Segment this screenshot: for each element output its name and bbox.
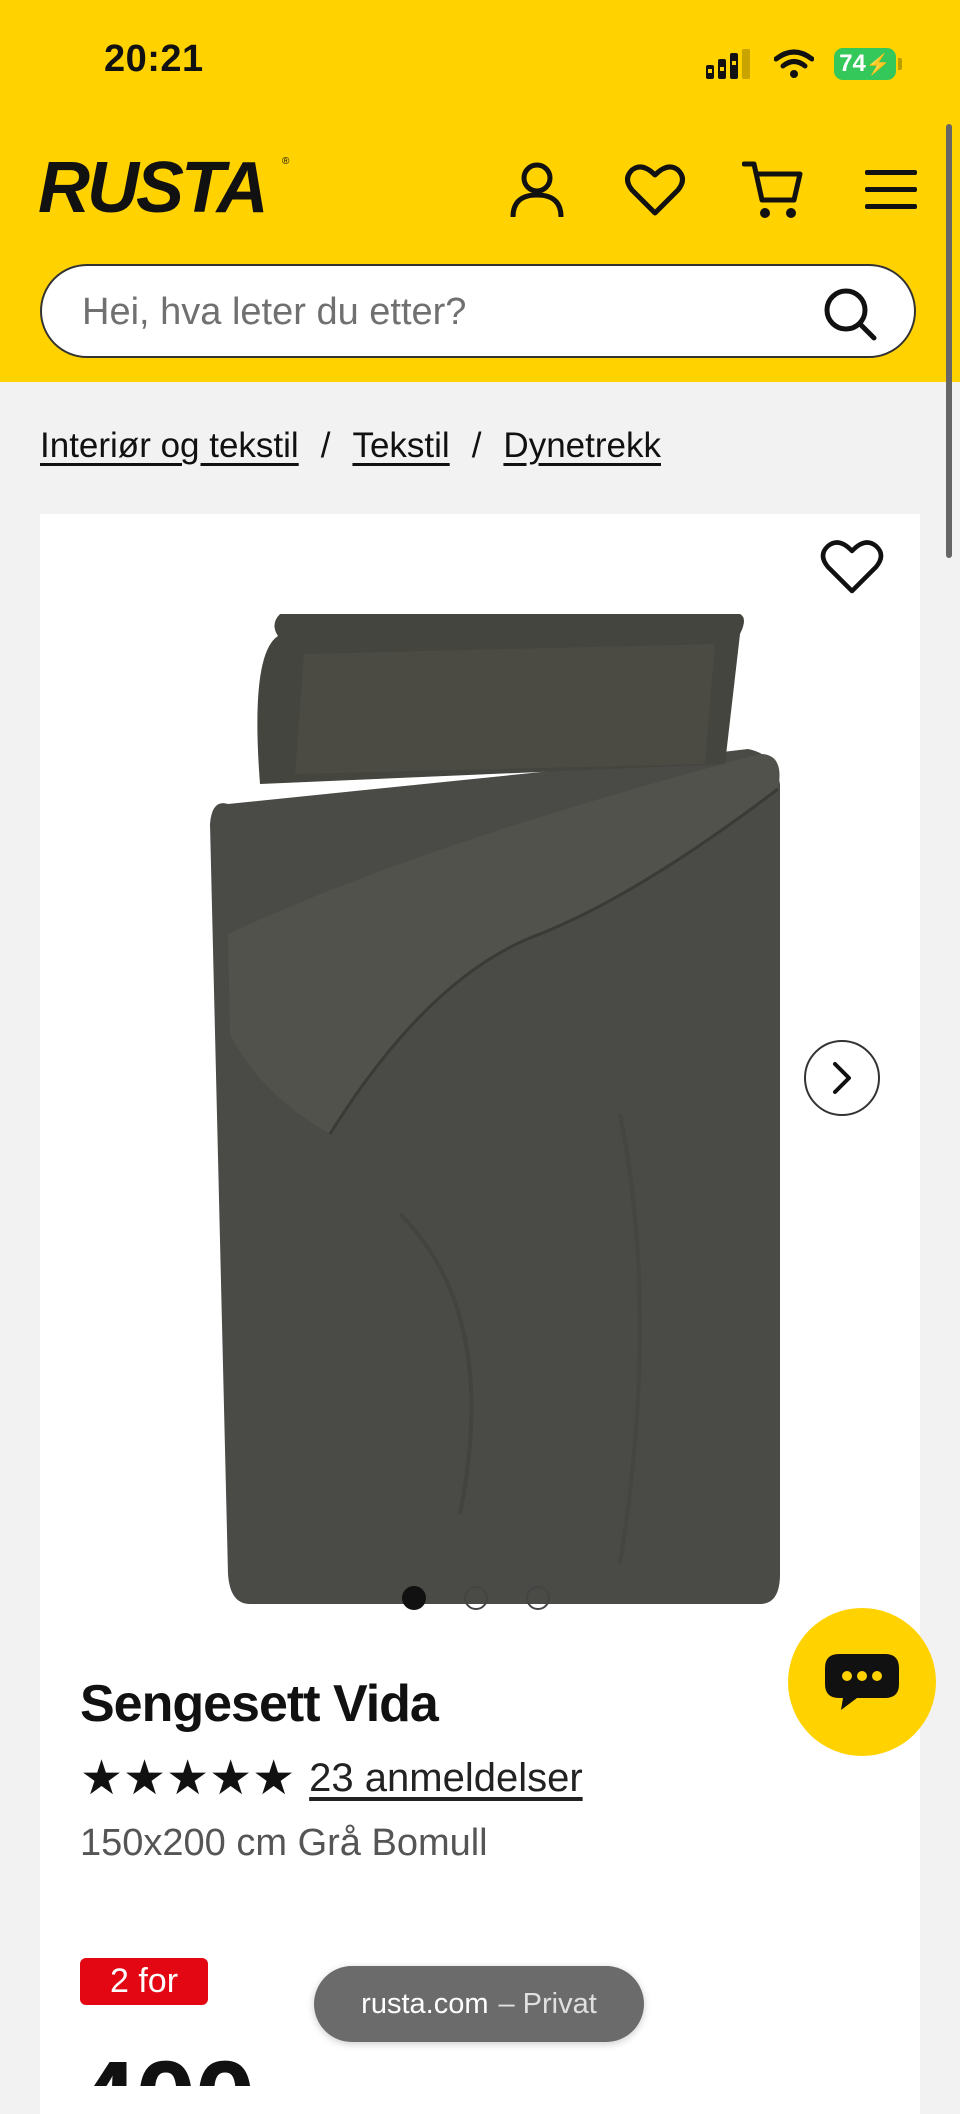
battery-level: 74 [839, 50, 866, 77]
heart-icon [625, 164, 685, 216]
rating-stars-icon: ★★★★★ [80, 1752, 296, 1805]
menu-icon [865, 170, 917, 209]
cart-button[interactable] [738, 150, 808, 230]
search-bar [40, 264, 916, 358]
price-value: 400 [76, 2046, 254, 2086]
battery-icon: 74 ⚡ [834, 48, 902, 80]
product-image[interactable] [200, 614, 820, 1614]
breadcrumb-duvet-covers[interactable]: Dynetrekk [503, 426, 661, 466]
wifi-icon [774, 49, 814, 78]
status-icons: 74 ⚡ [706, 44, 902, 84]
product-card: Sengesett Vida ★★★★★ 23 anmeldelser 150x… [40, 514, 920, 2114]
scrollbar[interactable] [946, 124, 952, 558]
search-icon[interactable] [822, 286, 878, 342]
reviews-link[interactable]: 23 anmeldelser [309, 1756, 583, 1801]
url-domain: rusta.com [361, 1987, 489, 2020]
gallery-dot-2[interactable] [464, 1586, 488, 1610]
product-rating: ★★★★★ 23 anmeldelser [80, 1750, 583, 1806]
breadcrumb-textile[interactable]: Tekstil [352, 426, 449, 466]
gallery-pagination [402, 1586, 550, 1610]
product-title: Sengesett Vida [80, 1675, 439, 1733]
charging-icon: ⚡ [865, 53, 891, 76]
rusta-logo[interactable]: RUSTA ® [38, 150, 294, 222]
account-button[interactable] [502, 150, 572, 230]
svg-text:®: ® [282, 156, 290, 167]
site-header: 20:21 74 ⚡ RUSTA ® [0, 0, 960, 382]
chat-button[interactable] [788, 1608, 936, 1756]
next-image-button[interactable] [804, 1040, 880, 1116]
product-variant-description: 150x200 cm Grå Bomull [80, 1822, 488, 1864]
gallery-dot-3[interactable] [526, 1586, 550, 1610]
gallery-dot-1[interactable] [402, 1586, 426, 1610]
breadcrumb-separator: / [471, 426, 482, 465]
breadcrumb-interior[interactable]: Interiør og tekstil [40, 426, 299, 466]
promo-badge: 2 for [80, 1958, 209, 2005]
add-to-wishlist-heart-icon[interactable] [820, 538, 884, 596]
search-input[interactable] [80, 266, 824, 358]
signal-icon [706, 49, 750, 79]
product-price: 400 [76, 2046, 254, 2086]
menu-button[interactable] [856, 150, 926, 230]
logo-text: RUSTA [38, 150, 266, 222]
chevron-right-icon [833, 1062, 851, 1094]
browser-url-pill[interactable]: rusta.com – Privat [314, 1966, 644, 2042]
chat-bubble-icon [825, 1654, 899, 1710]
cart-icon [742, 161, 803, 218]
user-icon [510, 162, 564, 218]
breadcrumb: Interiør og tekstil / Tekstil / Dynetrek… [40, 426, 661, 466]
private-mode-label: – Privat [498, 1987, 597, 2020]
breadcrumb-separator: / [320, 426, 331, 465]
wishlist-button[interactable] [620, 150, 690, 230]
status-time: 20:21 [104, 38, 204, 80]
